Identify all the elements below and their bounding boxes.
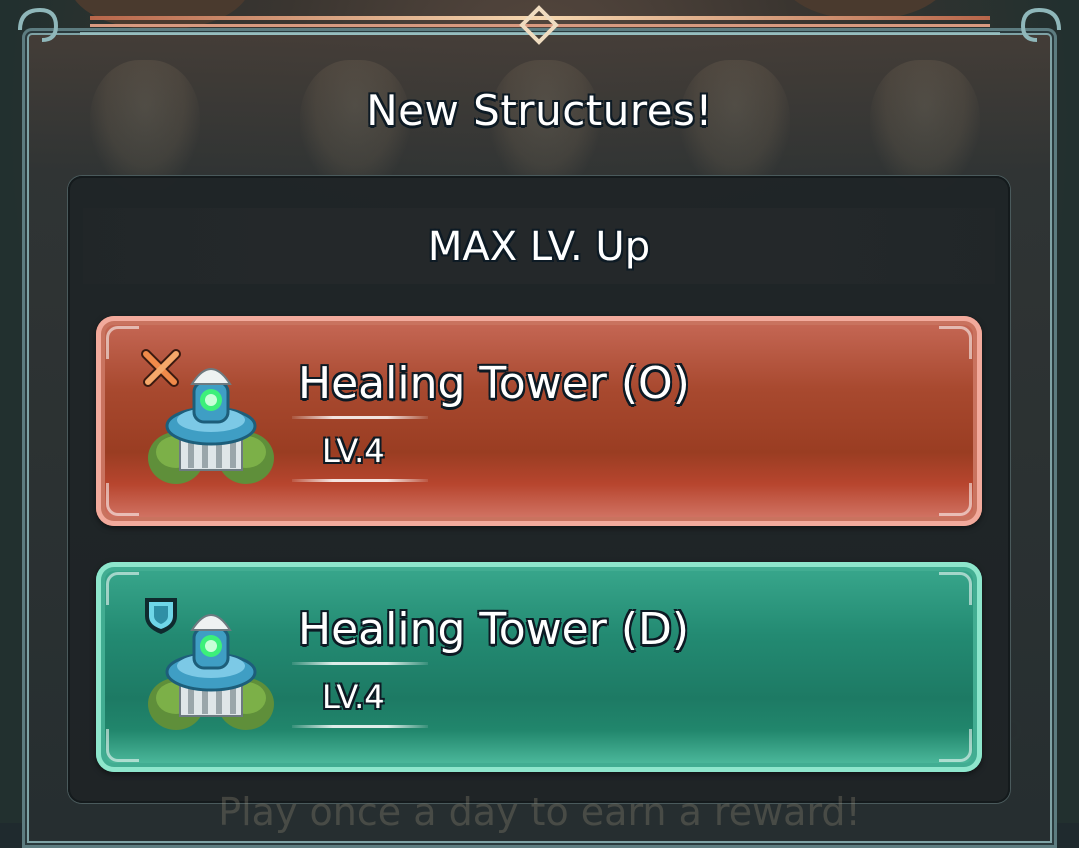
structure-level: LV.4 <box>322 432 385 470</box>
dialog-title: New Structures! <box>366 86 713 135</box>
divider <box>292 479 428 482</box>
structure-level: LV.4 <box>322 678 385 716</box>
card-corner-ornament <box>939 326 972 359</box>
divider <box>292 725 428 728</box>
card-corner-ornament <box>106 483 139 516</box>
card-corner-ornament <box>939 729 972 762</box>
section-header: MAX LV. Up <box>83 208 995 284</box>
background-footer-text: Play once a day to earn a reward! <box>218 790 861 834</box>
card-corner-ornament <box>106 572 139 605</box>
card-corner-ornament <box>106 729 139 762</box>
shield-icon <box>145 598 177 634</box>
card-corner-ornament <box>939 572 972 605</box>
section-header-label: MAX LV. Up <box>427 224 651 270</box>
dialog-top-ornament <box>0 0 1079 60</box>
card-corner-ornament <box>939 483 972 516</box>
structure-card-defense[interactable]: Healing Tower (D) LV.4 <box>96 562 982 772</box>
structure-name: Healing Tower (D) <box>298 604 690 655</box>
divider <box>292 662 428 665</box>
divider <box>292 416 428 419</box>
structure-name: Healing Tower (O) <box>298 358 690 409</box>
crossed-swords-icon <box>141 349 181 387</box>
card-corner-ornament <box>106 326 139 359</box>
structure-card-offense[interactable]: Healing Tower (O) LV.4 <box>96 316 982 526</box>
